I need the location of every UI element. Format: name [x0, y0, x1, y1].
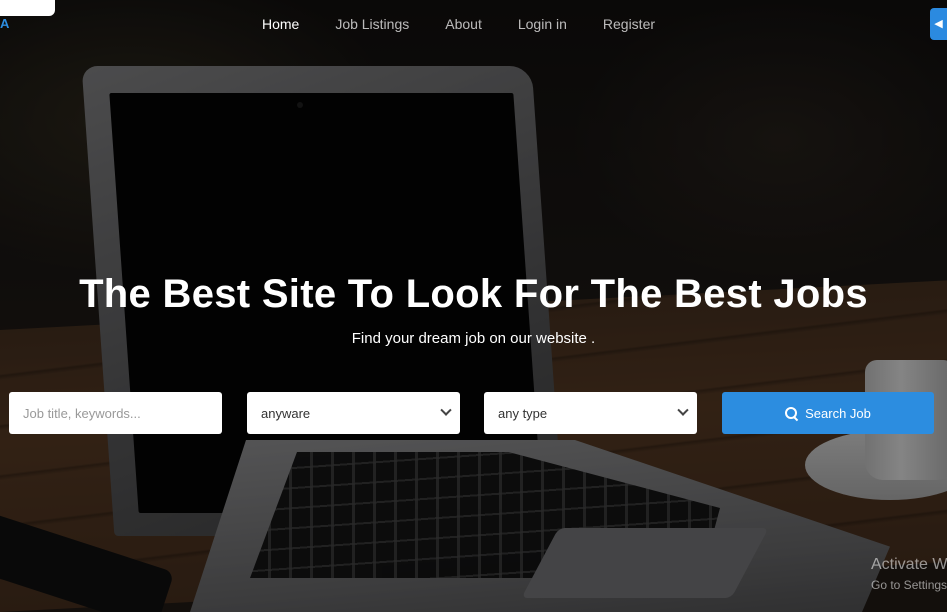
job-type-select[interactable]: any type: [484, 392, 697, 434]
nav-item-about[interactable]: About: [427, 14, 500, 34]
location-select-value: anyware: [261, 405, 311, 421]
nav-item-home[interactable]: Home: [244, 14, 317, 34]
arrow-left-icon: ◀: [934, 18, 943, 30]
keyword-input-placeholder: Job title, keywords...: [23, 405, 141, 421]
chevron-down-icon: [440, 404, 452, 416]
corner-toggle-button[interactable]: ◀: [930, 8, 947, 40]
job-type-select-value: any type: [498, 405, 548, 421]
hero-title: The Best Site To Look For The Best Jobs: [79, 272, 868, 316]
activate-windows-watermark: Activate W Go to Settings: [871, 556, 947, 592]
chevron-down-icon: [677, 404, 689, 416]
watermark-line-1: Activate W: [871, 556, 947, 573]
nav-item-register[interactable]: Register: [585, 14, 673, 34]
keyword-input[interactable]: Job title, keywords...: [9, 392, 222, 434]
search-icon: [785, 406, 798, 420]
search-job-button-label: Search Job: [805, 405, 871, 421]
watermark-line-2: Go to Settings: [871, 578, 947, 592]
location-select[interactable]: anyware: [247, 392, 460, 434]
search-job-button[interactable]: Search Job: [722, 392, 934, 434]
nav-item-login[interactable]: Login in: [500, 14, 585, 34]
nav-item-job-listings[interactable]: Job Listings: [317, 14, 427, 34]
hero-subtitle: Find your dream job on our website .: [351, 330, 596, 347]
main-nav: Home Job Listings About Login in Registe…: [0, 14, 947, 34]
